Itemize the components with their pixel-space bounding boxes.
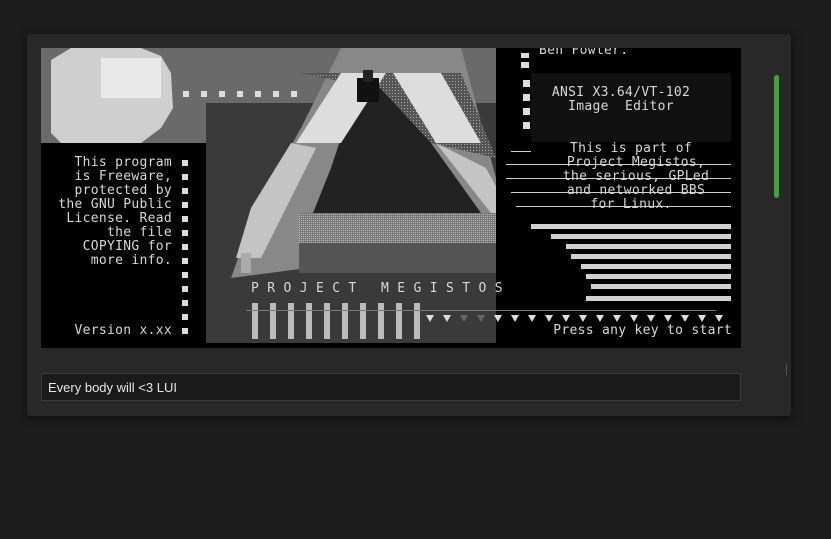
- about-line: for Linux.: [590, 197, 672, 212]
- about-line: This is part of: [531, 142, 731, 156]
- ansi-art-display: Ben Fowler. ANSI X3.64/VT-102 Image Edit…: [41, 48, 741, 348]
- chat-input[interactable]: [42, 374, 740, 400]
- freeware-line: protected by: [74, 183, 172, 198]
- about-line: and networked BBS: [566, 183, 706, 198]
- press-key-prompt: Press any key to start: [553, 323, 732, 338]
- author-text: Ben Fowler.: [539, 48, 629, 58]
- freeware-line: is Freeware,: [74, 169, 172, 184]
- freeware-line: This program: [74, 155, 172, 170]
- terminal-window: Ben Fowler. ANSI X3.64/VT-102 Image Edit…: [27, 34, 791, 416]
- freeware-line: the file: [106, 225, 172, 240]
- terminal-scrollbar[interactable]: [772, 48, 780, 363]
- about-line: the serious, GPLed: [562, 169, 710, 184]
- scrollbar-thumb[interactable]: [774, 75, 779, 198]
- freeware-line: License. Read: [66, 211, 172, 226]
- version-text: Version x.xx: [74, 323, 172, 338]
- editor-title-line1: ANSI X3.64/VT-102: [551, 85, 691, 100]
- freeware-line: COPYING for: [82, 239, 172, 254]
- freeware-line: the GNU Public: [58, 197, 172, 212]
- project-title: P R O J E C T M E G I S T O S: [251, 281, 503, 296]
- resize-indicator: [786, 364, 787, 375]
- chat-input-container: [41, 373, 741, 401]
- freeware-line: more info.: [90, 253, 172, 268]
- editor-title-line2: Image Editor: [568, 99, 674, 114]
- about-line: Project Megistos,: [566, 155, 706, 170]
